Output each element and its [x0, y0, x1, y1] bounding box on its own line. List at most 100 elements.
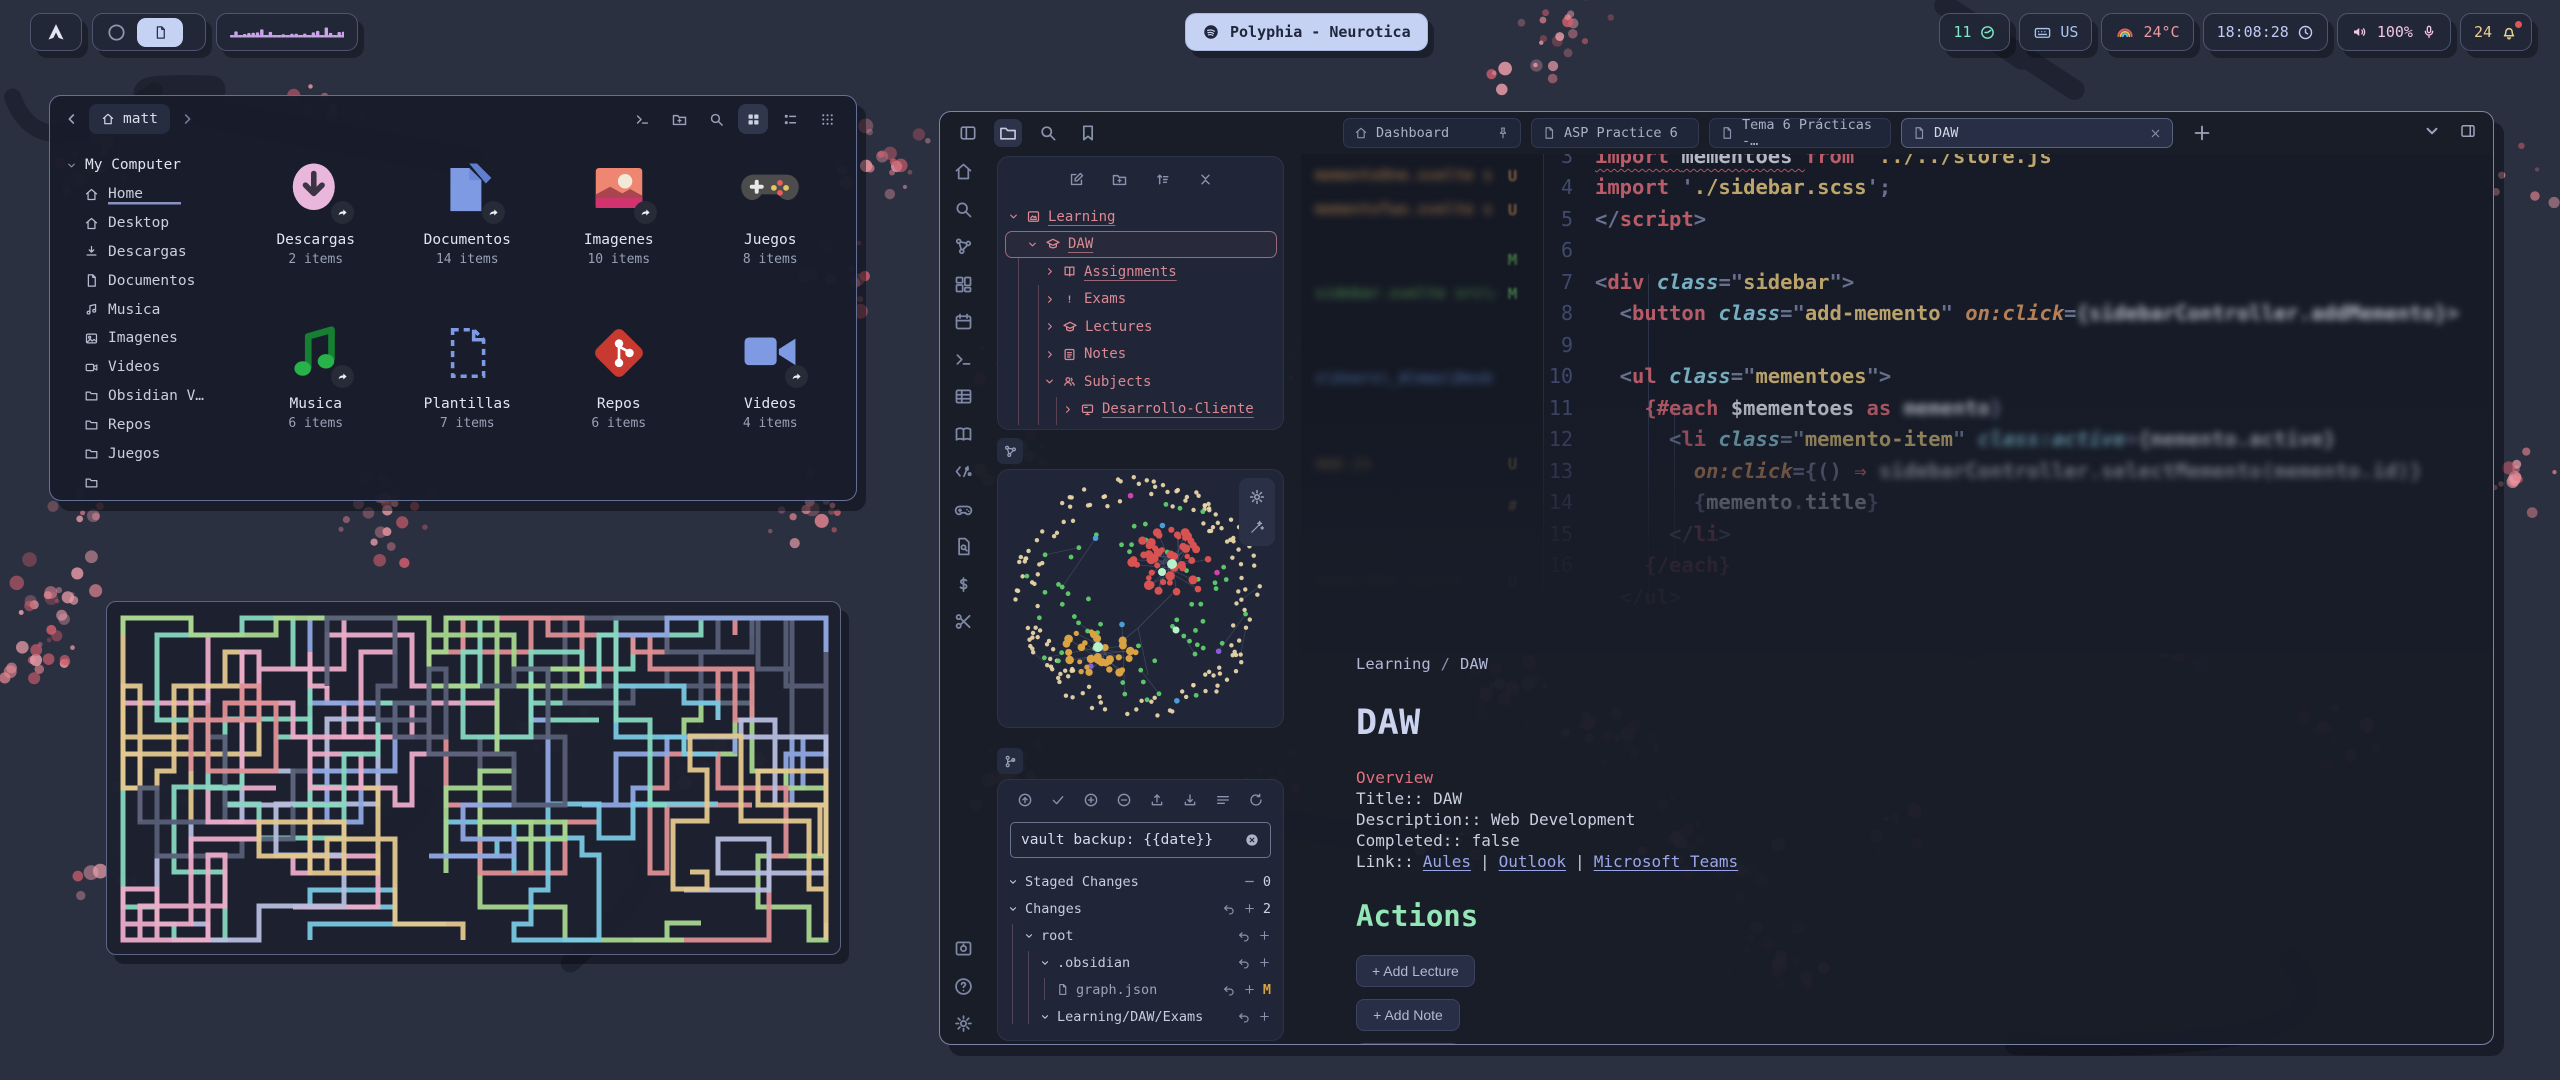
ribbon-button[interactable] — [953, 611, 974, 632]
git-row-staged[interactable]: Staged Changes 0 — [1008, 868, 1271, 895]
chrome-button[interactable] — [1074, 119, 1102, 147]
tree-item-notes[interactable]: Notes — [1008, 341, 1277, 369]
back-button[interactable] — [64, 111, 80, 127]
active-app-chip[interactable] — [137, 18, 183, 47]
sidebar-item[interactable] — [84, 468, 232, 497]
git-tool-button[interactable] — [1116, 792, 1132, 808]
keyboard-layout-pill[interactable]: US — [2019, 13, 2092, 51]
speaker-icon[interactable] — [2351, 23, 2369, 41]
ribbon-button[interactable] — [953, 386, 974, 407]
sidebar-item[interactable]: Descargas — [84, 238, 232, 267]
explorer-tool-button[interactable] — [1154, 171, 1171, 188]
action-button[interactable]: + Add Note — [1356, 999, 1460, 1031]
action-button[interactable]: + Add Lecture — [1356, 955, 1475, 987]
clock-pill[interactable]: 18:08:28 — [2203, 13, 2328, 51]
toolbar-button[interactable] — [775, 104, 805, 134]
link-aules[interactable]: Aules — [1423, 851, 1471, 872]
graph-control-button[interactable] — [1248, 518, 1266, 536]
tree-item-exams[interactable]: ! Exams — [1008, 286, 1277, 314]
toolbar-button[interactable] — [812, 104, 842, 134]
git-tool-button[interactable] — [1149, 792, 1165, 808]
tab-option-button[interactable] — [2423, 122, 2441, 140]
ribbon-button[interactable] — [953, 461, 974, 482]
pin-icon[interactable] — [1496, 126, 1510, 140]
folder-item[interactable]: Descargas 2 items — [240, 158, 392, 322]
sidebar-root[interactable]: My Computer — [66, 150, 232, 180]
sidebar-item[interactable]: Obsidian V… — [84, 382, 232, 411]
stage-icon[interactable] — [1258, 929, 1271, 942]
ribbon-button[interactable] — [953, 499, 974, 520]
toolbar-button[interactable] — [738, 104, 768, 134]
git-panel-tab[interactable] — [997, 748, 1023, 774]
new-tab-button[interactable] — [2191, 122, 2213, 144]
git-row-graph-json[interactable]: graph.json M — [1008, 976, 1271, 1003]
stage-icon[interactable] — [1243, 983, 1256, 996]
graph-control-button[interactable] — [1248, 488, 1266, 506]
toolbar-button[interactable] — [664, 104, 694, 134]
explorer-tool-button[interactable] — [1111, 171, 1128, 188]
folder-item[interactable]: Musica 6 items — [240, 322, 392, 486]
ribbon-button[interactable] — [953, 236, 974, 257]
tab-tema6[interactable]: Tema 6 Prácticas -… — [1709, 118, 1891, 148]
tree-item-subjects[interactable]: Subjects — [1008, 368, 1277, 396]
toolbar-button[interactable] — [701, 104, 731, 134]
tab-daw[interactable]: DAW — [1901, 118, 2173, 148]
chrome-button[interactable] — [994, 119, 1022, 147]
ribbon-button[interactable] — [953, 536, 974, 557]
folder-item[interactable]: Imagenes 10 items — [543, 158, 695, 322]
git-tool-button[interactable] — [1083, 792, 1099, 808]
forward-button[interactable] — [179, 111, 195, 127]
stage-icon[interactable] — [1258, 1010, 1271, 1023]
clear-input-icon[interactable] — [1244, 832, 1260, 848]
link-microsoft-teams[interactable]: Microsoft Teams — [1594, 851, 1739, 872]
git-row-obsidian[interactable]: .obsidian — [1008, 949, 1271, 976]
microphone-icon[interactable] — [2421, 24, 2437, 40]
git-tool-button[interactable] — [1248, 792, 1264, 808]
folder-item[interactable]: Juegos 8 items — [695, 158, 847, 322]
now-playing[interactable]: Polyphia - Neurotica — [1185, 13, 1428, 51]
explorer-tool-button[interactable] — [1197, 171, 1214, 188]
git-row-root[interactable]: root — [1008, 922, 1271, 949]
sidebar-item[interactable]: Home — [84, 180, 232, 209]
weather-pill[interactable]: 24°C — [2101, 13, 2193, 51]
sidebar-item[interactable]: Videos — [84, 353, 232, 382]
tree-item-learning[interactable]: Learning — [1008, 203, 1277, 231]
undo-icon[interactable] — [1237, 956, 1251, 970]
ribbon-button[interactable] — [953, 976, 974, 997]
action-button[interactable] — [1356, 1043, 1460, 1045]
ribbon-button[interactable] — [953, 1013, 974, 1034]
git-tool-button[interactable] — [1215, 792, 1231, 808]
git-tool-button[interactable] — [1182, 792, 1198, 808]
commit-message-input[interactable]: vault backup: {{date}} — [1010, 822, 1271, 858]
breadcrumb[interactable]: matt — [89, 104, 170, 134]
git-row-exams[interactable]: Learning/DAW/Exams — [1008, 1003, 1271, 1030]
stage-icon[interactable] — [1243, 902, 1256, 915]
tree-item-desarrollo-cliente[interactable]: Desarrollo-Cliente — [1008, 396, 1277, 424]
folder-item[interactable]: Plantillas 7 items — [392, 322, 544, 486]
ribbon-button[interactable] — [953, 424, 974, 445]
taskbar-apps[interactable] — [92, 13, 206, 51]
ribbon-button[interactable] — [953, 349, 974, 370]
tab-asp-practice[interactable]: ASP Practice 6 — [1531, 118, 1699, 148]
tab-option-button[interactable] — [2459, 122, 2477, 140]
git-row-changes[interactable]: Changes 2 — [1008, 895, 1271, 922]
folder-item[interactable]: Videos 4 items — [695, 322, 847, 486]
ribbon-button[interactable] — [953, 938, 974, 959]
folder-item[interactable]: Documentos 14 items — [392, 158, 544, 322]
chrome-button[interactable] — [1034, 119, 1062, 147]
sidebar-item[interactable]: Documentos — [84, 266, 232, 295]
git-tool-button[interactable] — [1050, 792, 1066, 808]
sidebar-item[interactable]: Juegos — [84, 439, 232, 468]
note-breadcrumb[interactable]: Learning / DAW — [1356, 655, 2336, 673]
launcher-button[interactable] — [30, 13, 82, 51]
tree-item-lectures[interactable]: Lectures — [1008, 313, 1277, 341]
ribbon-button[interactable] — [953, 274, 974, 295]
undo-icon[interactable] — [1237, 1010, 1251, 1024]
graph-panel-tab[interactable] — [997, 438, 1023, 464]
ribbon-button[interactable] — [953, 574, 974, 595]
notifications-pill[interactable]: 24 — [2460, 13, 2532, 51]
chrome-button[interactable] — [954, 119, 982, 147]
ribbon-button[interactable] — [953, 161, 974, 182]
explorer-tool-button[interactable] — [1068, 171, 1085, 188]
sidebar-item[interactable]: Imagenes — [84, 324, 232, 353]
